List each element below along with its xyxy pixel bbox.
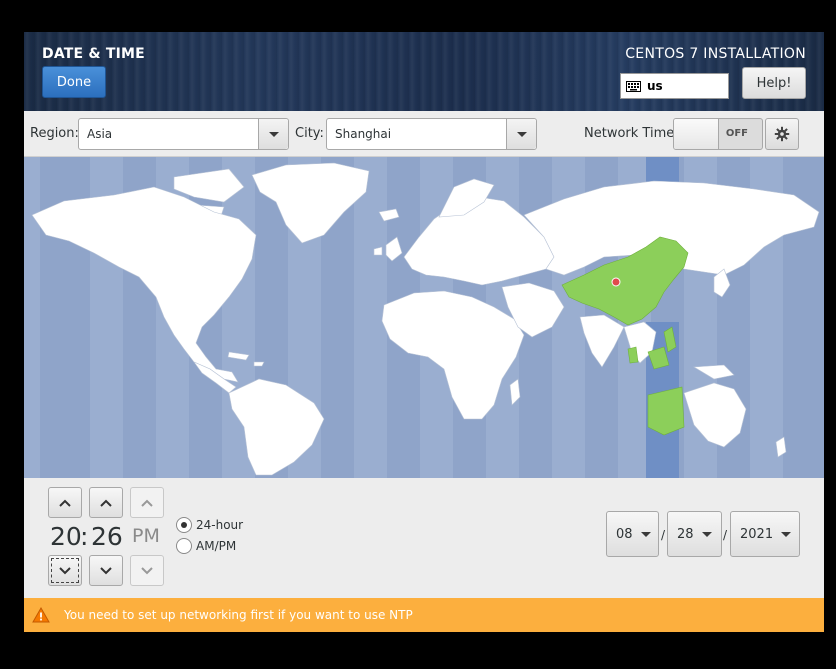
region-value: Asia xyxy=(87,127,113,141)
month-value: 08 xyxy=(616,526,633,542)
format-ampm-radio[interactable] xyxy=(176,538,192,554)
ntp-warning-message: You need to set up networking first if y… xyxy=(64,608,413,622)
chevron-down-icon xyxy=(59,566,71,574)
format-24-hour-option[interactable]: 24-hour xyxy=(176,517,243,533)
page-title: DATE & TIME xyxy=(42,46,145,62)
format-24-hour-label: 24-hour xyxy=(196,518,244,532)
minutes-down-button[interactable] xyxy=(89,555,123,586)
hours-display: 20 xyxy=(50,522,82,551)
timezone-map[interactable] xyxy=(24,157,824,478)
done-button[interactable]: Done xyxy=(42,66,106,98)
chevron-down-icon xyxy=(516,131,527,137)
day-combo[interactable]: 28 xyxy=(667,511,722,557)
year-combo[interactable]: 2021 xyxy=(730,511,800,557)
help-button[interactable]: Help! xyxy=(742,67,806,99)
city-combo[interactable]: Shanghai xyxy=(326,118,537,150)
ampm-down-button[interactable] xyxy=(130,555,164,586)
minutes-display: 26 xyxy=(91,522,123,551)
ampm-up-button[interactable] xyxy=(130,487,164,518)
date-separator: / xyxy=(723,528,728,542)
city-value: Shanghai xyxy=(335,127,392,141)
ntp-config-button[interactable] xyxy=(765,118,799,150)
hours-up-button[interactable] xyxy=(48,487,82,518)
timezone-controls: Region: Asia City: Shanghai Network Time… xyxy=(24,111,824,157)
format-24-hour-radio[interactable] xyxy=(176,517,192,533)
format-ampm-option[interactable]: AM/PM xyxy=(176,538,236,554)
time-date-panel: 20 : 26 PM 24-hour AM/PM 08 / 28 / 2021 xyxy=(24,478,824,598)
installer-window: DATE & TIME Done CENTOS 7 INSTALLATION u… xyxy=(24,32,824,632)
chevron-up-icon xyxy=(141,499,153,507)
network-time-state: OFF xyxy=(725,128,748,139)
city-dropdown-button[interactable] xyxy=(506,119,536,149)
western-australia xyxy=(647,386,685,436)
chevron-down-icon xyxy=(701,531,712,537)
chevron-up-icon xyxy=(100,499,112,507)
chevron-up-icon xyxy=(59,499,71,507)
city-marker[interactable] xyxy=(611,277,621,287)
city-label: City: xyxy=(295,126,324,141)
chevron-down-icon xyxy=(141,566,153,574)
switch-knob[interactable] xyxy=(674,119,719,149)
network-time-switch[interactable]: OFF xyxy=(673,118,763,150)
chevron-down-icon xyxy=(268,131,279,137)
chevron-down-icon xyxy=(781,531,792,537)
month-combo[interactable]: 08 xyxy=(606,511,659,557)
gear-icon xyxy=(774,126,790,142)
ntp-warning-bar: You need to set up networking first if y… xyxy=(24,598,824,632)
ampm-display: PM xyxy=(132,525,160,547)
keyboard-layout-label: us xyxy=(647,79,663,93)
hours-down-button[interactable] xyxy=(48,555,82,586)
year-value: 2021 xyxy=(740,526,774,542)
format-ampm-label: AM/PM xyxy=(196,539,237,553)
chevron-down-icon xyxy=(640,531,651,537)
minutes-up-button[interactable] xyxy=(89,487,123,518)
region-label: Region: xyxy=(30,126,79,141)
time-separator: : xyxy=(80,522,89,551)
keyboard-icon xyxy=(626,80,641,92)
day-value: 28 xyxy=(677,526,694,542)
region-dropdown-button[interactable] xyxy=(258,119,288,149)
header-bar: DATE & TIME Done CENTOS 7 INSTALLATION u… xyxy=(24,32,824,111)
malaysia-region xyxy=(627,346,639,364)
product-title: CENTOS 7 INSTALLATION xyxy=(625,46,806,62)
region-combo[interactable]: Asia xyxy=(78,118,289,150)
keyboard-layout-indicator[interactable]: us xyxy=(620,73,729,99)
date-separator: / xyxy=(661,528,666,542)
network-time-label: Network Time xyxy=(584,126,675,141)
warning-icon xyxy=(32,607,50,623)
chevron-down-icon xyxy=(100,566,112,574)
